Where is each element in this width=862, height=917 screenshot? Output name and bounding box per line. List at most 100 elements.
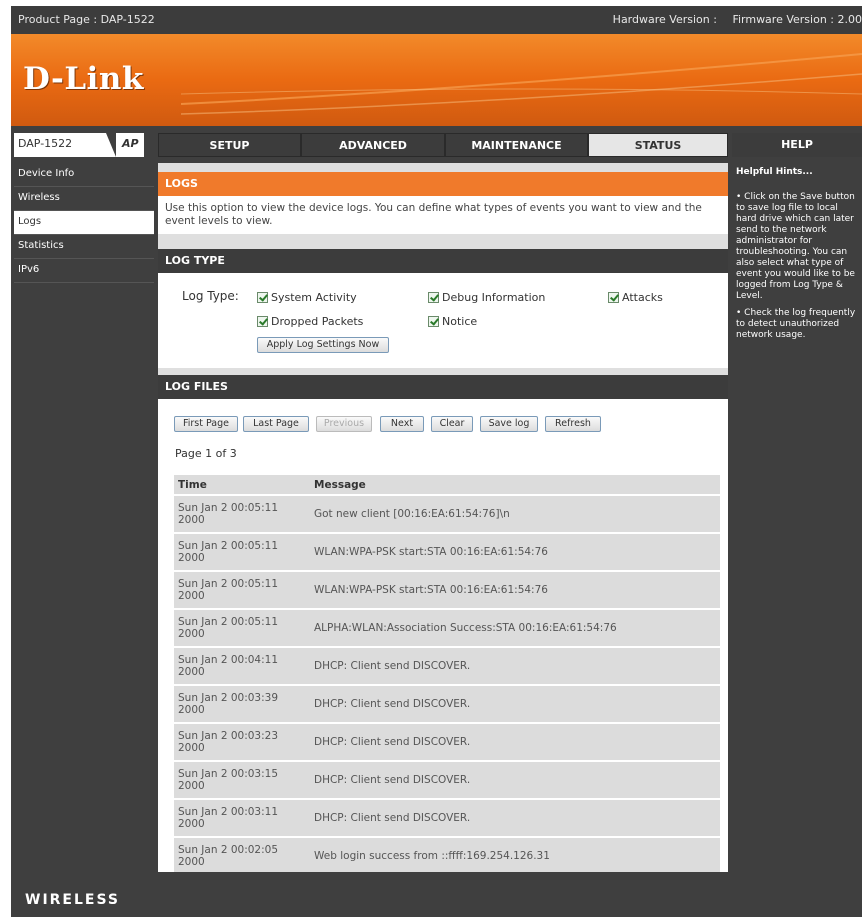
debug-information-option[interactable]: Debug Information xyxy=(428,291,545,304)
table-row: Sun Jan 2 00:02:05 2000 Web login success… xyxy=(174,838,720,874)
sidebar-item-logs[interactable]: Logs xyxy=(14,211,154,235)
apply-log-settings-button[interactable]: Apply Log Settings Now xyxy=(257,337,389,353)
notice-option[interactable]: Notice xyxy=(428,315,477,328)
debug-information-checkbox[interactable] xyxy=(428,292,439,303)
log-time: Sun Jan 2 00:02:05 2000 xyxy=(174,838,310,874)
help-hint-save: • Click on the Save button to save log f… xyxy=(736,192,855,301)
dlink-logo: D-Link xyxy=(23,61,144,97)
table-row: Sun Jan 2 00:03:23 2000 DHCP: Client send… xyxy=(174,724,720,760)
log-time: Sun Jan 2 00:03:15 2000 xyxy=(174,762,310,798)
table-row: Sun Jan 2 00:05:11 2000 Got new client [0… xyxy=(174,496,720,532)
model-name: DAP-1522 xyxy=(18,137,73,150)
top-bar: Product Page : DAP-1522 Hardware Version… xyxy=(11,6,862,34)
dropped-packets-option[interactable]: Dropped Packets xyxy=(257,315,363,328)
logs-title: LOGS xyxy=(158,172,728,196)
main-panel: LOGS Use this option to view the device … xyxy=(158,163,728,879)
notice-label: Notice xyxy=(442,315,478,328)
log-time: Sun Jan 2 00:05:11 2000 xyxy=(174,534,310,570)
log-type-label: Log Type: xyxy=(182,289,239,303)
model-badge: DAP-1522 AP xyxy=(14,133,144,157)
log-message: WLAN:WPA-PSK start:STA 00:16:EA:61:54:76 xyxy=(310,534,720,570)
attacks-option[interactable]: Attacks xyxy=(608,291,663,304)
log-files-body: First Page Last Page Previous Next Clear… xyxy=(158,399,728,879)
sidebar: Device Info Wireless Logs Statistics IPv… xyxy=(14,163,154,283)
sidebar-item-statistics[interactable]: Statistics xyxy=(14,235,154,259)
help-panel: Helpful Hints... • Click on the Save but… xyxy=(732,163,862,870)
next-button[interactable]: Next xyxy=(380,416,424,432)
log-message: DHCP: Client send DISCOVER. xyxy=(310,724,720,760)
refresh-button[interactable]: Refresh xyxy=(545,416,601,432)
attacks-checkbox[interactable] xyxy=(608,292,619,303)
log-message: WLAN:WPA-PSK start:STA 00:16:EA:61:54:76 xyxy=(310,572,720,608)
page-frame: Product Page : DAP-1522 Hardware Version… xyxy=(11,6,862,917)
tab-status[interactable]: STATUS xyxy=(588,133,728,157)
log-files-title: LOG FILES xyxy=(158,375,728,399)
clear-button[interactable]: Clear xyxy=(431,416,473,432)
log-files-section: LOG FILES First Page Last Page Previous … xyxy=(158,375,728,879)
product-page-label: Product Page : DAP-1522 xyxy=(18,13,155,26)
notice-checkbox[interactable] xyxy=(428,316,439,327)
model-badge-notch xyxy=(106,133,116,157)
log-type-section: LOG TYPE Log Type: System Activity Debug… xyxy=(158,249,728,368)
banner-swoosh-graphic xyxy=(181,53,862,115)
first-page-button[interactable]: First Page xyxy=(174,416,238,432)
log-time: Sun Jan 2 00:03:39 2000 xyxy=(174,686,310,722)
attacks-label: Attacks xyxy=(622,291,663,304)
log-message: DHCP: Client send DISCOVER. xyxy=(310,762,720,798)
last-page-button[interactable]: Last Page xyxy=(243,416,309,432)
version-info: Hardware Version : Firmware Version : 2.… xyxy=(601,13,862,26)
message-column-header: Message xyxy=(310,475,720,494)
log-message: Got new client [00:16:EA:61:54:76]\n xyxy=(310,496,720,532)
system-activity-label: System Activity xyxy=(271,291,357,304)
previous-button[interactable]: Previous xyxy=(316,416,372,432)
log-time: Sun Jan 2 00:03:11 2000 xyxy=(174,800,310,836)
page-indicator: Page 1 of 3 xyxy=(175,447,237,460)
time-column-header: Time xyxy=(174,475,310,494)
sidebar-item-device-info[interactable]: Device Info xyxy=(14,163,154,187)
footer: WIRELESS xyxy=(11,872,862,917)
log-message: Web login success from ::ffff:169.254.12… xyxy=(310,838,720,874)
dropped-packets-label: Dropped Packets xyxy=(271,315,364,328)
tab-advanced[interactable]: ADVANCED xyxy=(301,133,445,157)
log-type-title: LOG TYPE xyxy=(158,249,728,273)
debug-information-label: Debug Information xyxy=(442,291,546,304)
firmware-version: Firmware Version : 2.00 xyxy=(732,13,862,26)
table-row: Sun Jan 2 00:05:11 2000 WLAN:WPA-PSK star… xyxy=(174,534,720,570)
table-row: Sun Jan 2 00:03:15 2000 DHCP: Client send… xyxy=(174,762,720,798)
table-row: Sun Jan 2 00:04:11 2000 DHCP: Client send… xyxy=(174,648,720,684)
log-time: Sun Jan 2 00:05:11 2000 xyxy=(174,610,310,646)
system-activity-option[interactable]: System Activity xyxy=(257,291,357,304)
log-table-header: Time Message xyxy=(174,475,720,494)
sidebar-item-ipv6[interactable]: IPv6 xyxy=(14,259,154,283)
table-row: Sun Jan 2 00:05:11 2000 WLAN:WPA-PSK star… xyxy=(174,572,720,608)
save-log-button[interactable]: Save log xyxy=(480,416,538,432)
help-hint-check: • Check the log frequently to detect una… xyxy=(736,308,856,340)
log-type-body: Log Type: System Activity Debug Informat… xyxy=(158,273,728,368)
table-row: Sun Jan 2 00:03:39 2000 DHCP: Client send… xyxy=(174,686,720,722)
table-row: Sun Jan 2 00:03:11 2000 DHCP: Client send… xyxy=(174,800,720,836)
log-time: Sun Jan 2 00:05:11 2000 xyxy=(174,496,310,532)
dropped-packets-checkbox[interactable] xyxy=(257,316,268,327)
tab-setup[interactable]: SETUP xyxy=(158,133,301,157)
helpful-hints-title: Helpful Hints... xyxy=(736,167,813,177)
log-message: DHCP: Client send DISCOVER. xyxy=(310,800,720,836)
logs-section: LOGS Use this option to view the device … xyxy=(158,172,728,234)
tab-help[interactable]: HELP xyxy=(732,133,862,157)
log-table: Time Message Sun Jan 2 00:05:11 2000 Got … xyxy=(174,473,720,876)
log-time: Sun Jan 2 00:03:23 2000 xyxy=(174,724,310,760)
nav-row: DAP-1522 AP SETUP ADVANCED MAINTENANCE S… xyxy=(11,127,862,161)
tab-maintenance[interactable]: MAINTENANCE xyxy=(445,133,588,157)
sidebar-item-wireless[interactable]: Wireless xyxy=(14,187,154,211)
header-banner: D-Link xyxy=(11,34,862,126)
system-activity-checkbox[interactable] xyxy=(257,292,268,303)
wireless-logo: WIRELESS xyxy=(25,892,121,908)
hardware-version: Hardware Version : xyxy=(612,13,717,26)
log-time: Sun Jan 2 00:04:11 2000 xyxy=(174,648,310,684)
logs-intro-text: Use this option to view the device logs.… xyxy=(165,202,702,227)
log-message: ALPHA:WLAN:Association Success:STA 00:16… xyxy=(310,610,720,646)
log-message: DHCP: Client send DISCOVER. xyxy=(310,686,720,722)
mode-label: AP xyxy=(122,137,139,150)
log-message: DHCP: Client send DISCOVER. xyxy=(310,648,720,684)
table-row: Sun Jan 2 00:05:11 2000 ALPHA:WLAN:Associ… xyxy=(174,610,720,646)
log-time: Sun Jan 2 00:05:11 2000 xyxy=(174,572,310,608)
